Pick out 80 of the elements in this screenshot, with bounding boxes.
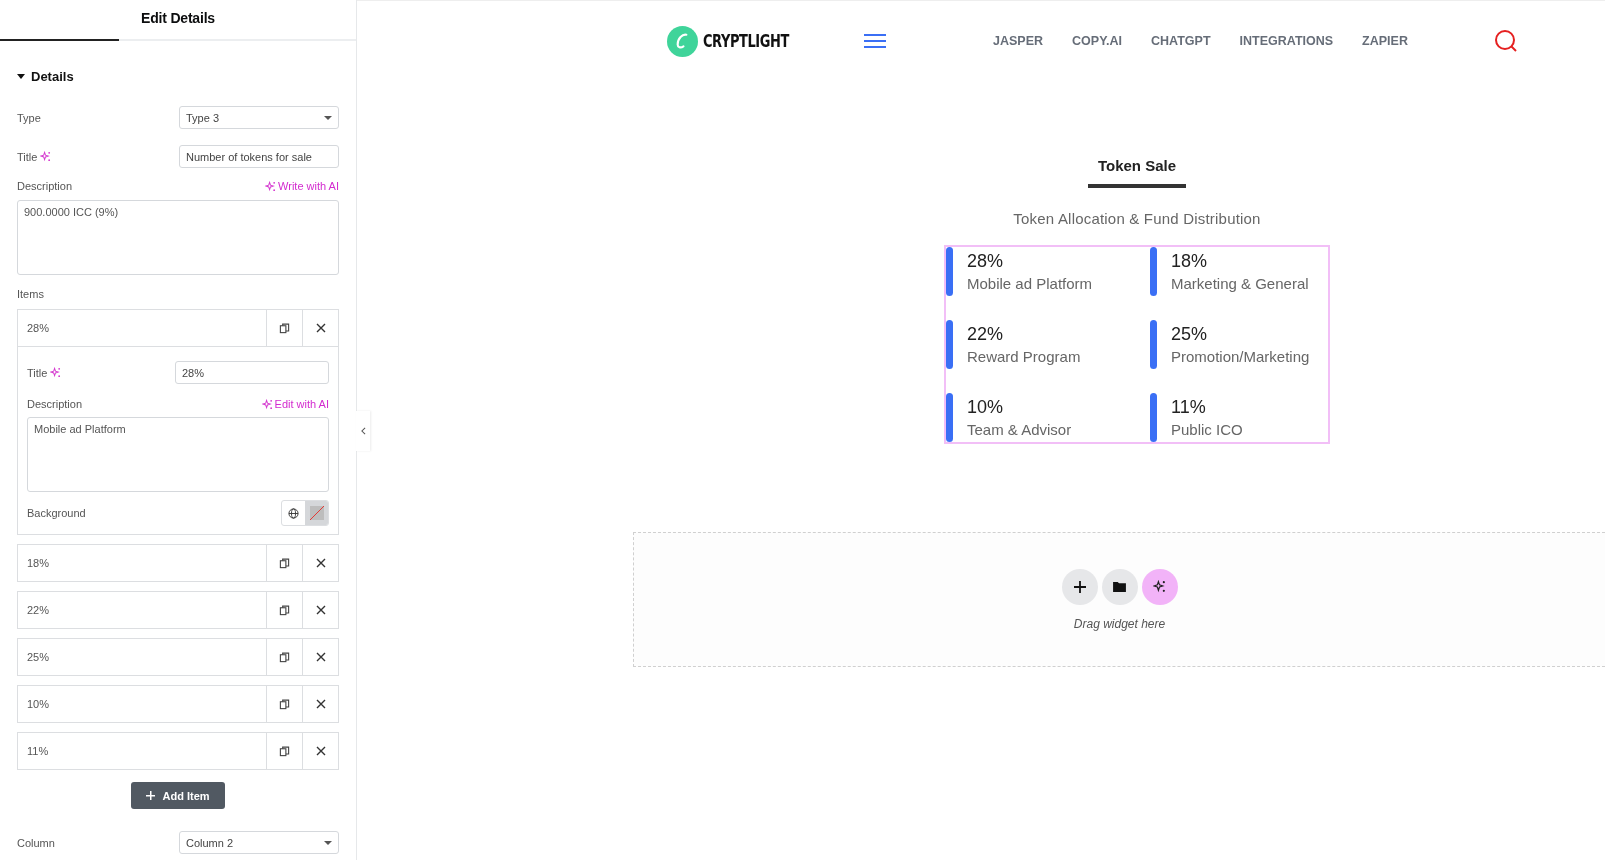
sparkle-icon: [265, 180, 277, 192]
copy-icon: [279, 745, 290, 757]
section-subtitle: Token Allocation & Fund Distribution: [1013, 210, 1261, 227]
copy-icon: [279, 557, 290, 569]
copy-icon: [279, 604, 290, 616]
column-select[interactable]: Column 2: [179, 831, 339, 854]
title-field[interactable]: Number of tokens for sale: [179, 145, 339, 168]
stat-label: Promotion/Marketing: [1171, 348, 1310, 365]
accent-bar: [946, 320, 953, 369]
item-description-label: Description: [27, 398, 83, 410]
item-title[interactable]: 22%: [18, 592, 266, 628]
description-field[interactable]: 900.0000 ICC (9%): [17, 200, 339, 275]
item-title-label: Title: [27, 366, 48, 379]
close-icon: [315, 699, 326, 709]
nav-link[interactable]: CHATGPT: [1151, 34, 1211, 48]
logo-text[interactable]: CRYPTLIGHT: [703, 31, 789, 51]
panel-title: Edit Details: [141, 9, 215, 28]
ai-button[interactable]: [1141, 568, 1178, 605]
item-title-field[interactable]: 28%: [175, 361, 329, 384]
nav-link[interactable]: JASPER: [993, 34, 1044, 48]
edit-with-ai-link[interactable]: Edit with AI: [261, 398, 329, 410]
close-icon: [315, 558, 326, 568]
color-swatch[interactable]: [305, 501, 328, 525]
add-section-button[interactable]: [1061, 568, 1098, 605]
item-title[interactable]: 10%: [18, 686, 266, 722]
close-icon: [315, 746, 326, 756]
item-description-field[interactable]: Mobile ad Platform: [27, 417, 329, 492]
type-select[interactable]: Type 3: [179, 106, 339, 129]
search-icon[interactable]: [1493, 29, 1518, 53]
globe-icon: [288, 507, 299, 519]
stat-value: 18%: [1171, 251, 1209, 272]
sparkle-icon: [261, 398, 273, 410]
nav-link[interactable]: ZAPIER: [1362, 34, 1408, 48]
item-title[interactable]: 11%: [18, 733, 266, 769]
sparkle-icon: [40, 151, 52, 162]
item-title[interactable]: 28%: [18, 310, 266, 346]
item-title[interactable]: 18%: [18, 545, 266, 581]
column-label: Column: [17, 836, 55, 849]
close-icon: [315, 652, 326, 662]
stat-label: Public ICO: [1171, 421, 1243, 438]
folder-icon: [1113, 581, 1126, 592]
write-with-ai-link[interactable]: Write with AI: [265, 180, 339, 192]
plus-icon: [1073, 580, 1086, 593]
accent-bar: [946, 247, 953, 296]
accent-bar: [1150, 247, 1157, 296]
close-icon: [315, 323, 326, 333]
copy-icon: [279, 322, 290, 334]
stat-label: Mobile ad Platform: [967, 275, 1093, 292]
token-sale-tab[interactable]: Token Sale: [1087, 157, 1187, 188]
copy-icon: [279, 651, 290, 663]
details-section-toggle[interactable]: Details: [17, 69, 339, 84]
type-label: Type: [17, 111, 41, 124]
stat-label: Reward Program: [967, 348, 1081, 365]
accent-bar: [1150, 393, 1157, 442]
items-label: Items: [17, 288, 45, 300]
stat-value: 25%: [1171, 324, 1209, 345]
nav-link[interactable]: COPY.AI: [1072, 34, 1123, 48]
sparkle-icon: [1153, 580, 1166, 593]
template-button[interactable]: [1101, 568, 1138, 605]
stat-label: Team & Advisor: [967, 421, 1072, 438]
nav-link[interactable]: INTEGRATIONS: [1239, 34, 1334, 48]
drop-hint: Drag widget here: [1073, 616, 1166, 631]
chevron-left-icon: [360, 427, 366, 435]
stat-value: 22%: [967, 324, 1005, 345]
description-label: Description: [17, 180, 73, 192]
accent-bar: [946, 393, 953, 442]
menu-icon[interactable]: [864, 33, 886, 49]
background-label: Background: [27, 507, 86, 519]
copy-icon: [279, 698, 290, 710]
stat-value: 28%: [967, 251, 1005, 272]
accent-bar: [1150, 320, 1157, 369]
stat-value: 11%: [1171, 397, 1207, 418]
logo-icon: [667, 25, 698, 57]
title-label: Title: [17, 150, 38, 163]
sparkle-icon: [50, 367, 62, 378]
stat-label: Marketing & General: [1171, 275, 1309, 292]
stat-value: 10%: [967, 397, 1005, 418]
add-item-button[interactable]: Add Item: [131, 782, 225, 809]
close-icon: [315, 605, 326, 615]
item-title[interactable]: 25%: [18, 639, 266, 675]
